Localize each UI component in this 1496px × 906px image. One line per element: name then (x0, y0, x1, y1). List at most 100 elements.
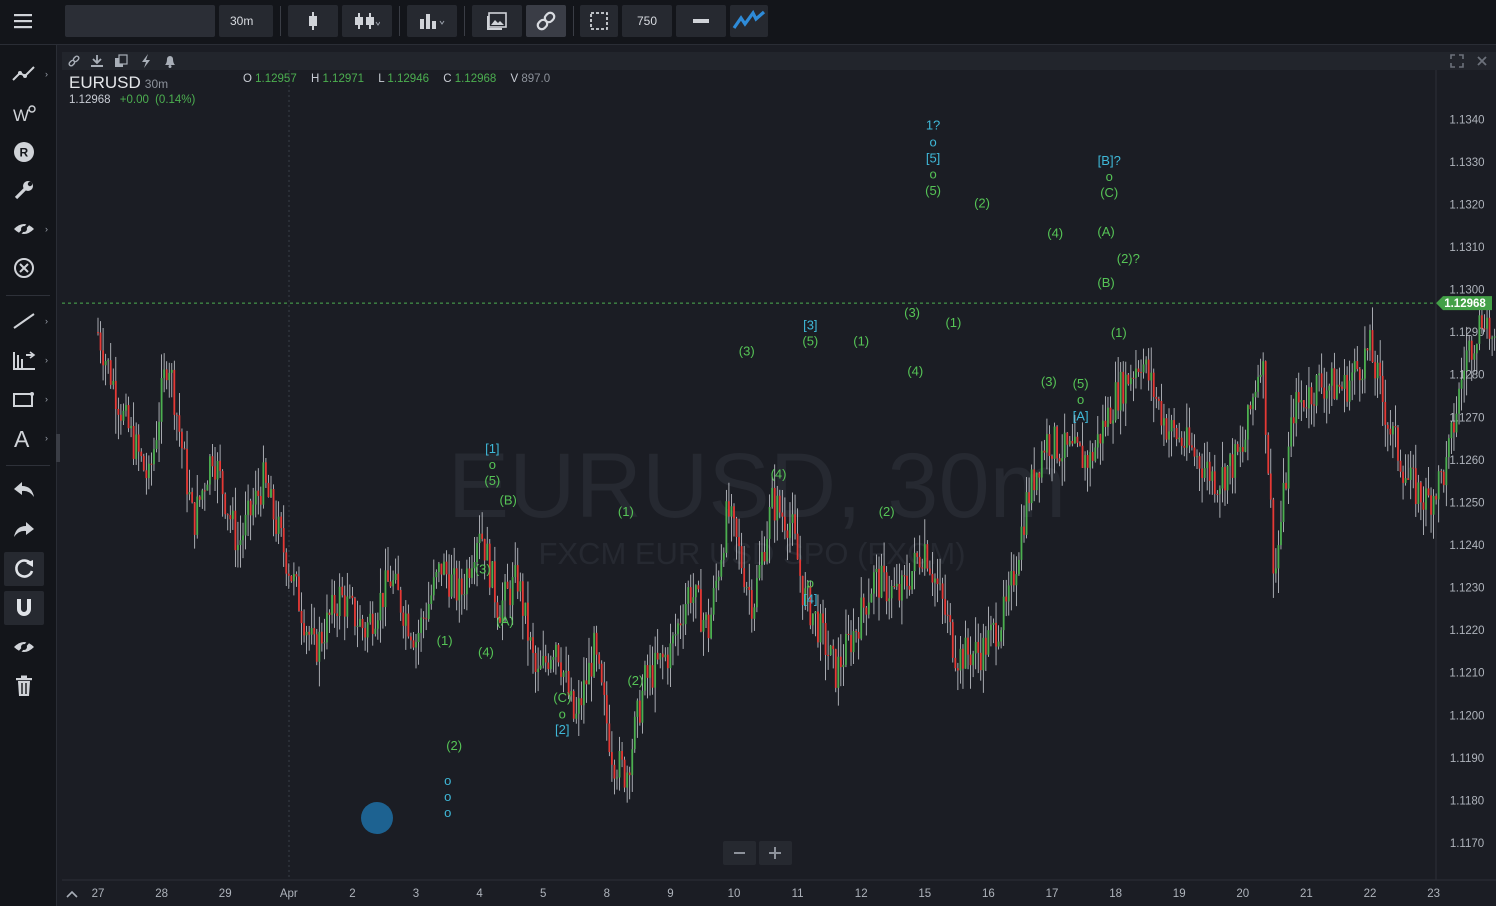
close-icon[interactable] (1475, 54, 1489, 68)
wave-label[interactable]: [2] (555, 722, 569, 737)
expand-arrow-icon[interactable]: › (45, 355, 48, 365)
wave-label[interactable]: (1) (1111, 325, 1127, 340)
wave-label[interactable]: [A] (1073, 408, 1089, 423)
wave-label[interactable]: (2) (446, 738, 462, 753)
wave-label[interactable]: (3) (904, 305, 920, 320)
wave-label[interactable]: o (489, 457, 496, 472)
wave-label[interactable]: o (444, 773, 451, 788)
wave-label[interactable]: (4) (478, 644, 494, 659)
wave-label[interactable]: (A) (496, 614, 513, 629)
candle-body (1290, 417, 1293, 447)
candle-style-button[interactable] (288, 5, 338, 37)
candle-body (1419, 482, 1422, 503)
wave-label[interactable]: [B]? (1098, 153, 1121, 168)
wave-label[interactable]: [3] (803, 318, 817, 333)
wave-label[interactable]: (5) (925, 183, 941, 198)
fib-tool-button[interactable] (4, 343, 44, 377)
wave-label[interactable]: [5] (926, 150, 940, 165)
candle-body (1277, 545, 1280, 569)
expand-arrow-icon[interactable]: › (45, 433, 48, 443)
remove-all-button[interactable] (4, 251, 44, 285)
range-select-button[interactable] (580, 5, 618, 37)
wave-label[interactable]: (2) (879, 504, 895, 519)
wave-label[interactable]: o (807, 575, 814, 590)
undo-button[interactable] (4, 473, 44, 507)
wave-label[interactable]: (A) (1097, 224, 1114, 239)
selected-point-marker[interactable] (361, 802, 393, 834)
wave-label[interactable]: (1) (618, 504, 634, 519)
wave-label[interactable]: (4) (1047, 225, 1063, 240)
hide-drawings-button[interactable] (4, 630, 44, 664)
wave-label[interactable]: (B) (1097, 275, 1114, 290)
menu-button[interactable] (4, 5, 42, 37)
expand-arrow-icon[interactable]: › (45, 394, 48, 404)
candle-body (196, 496, 199, 535)
wave-label[interactable]: 1? (926, 118, 940, 133)
wave-label[interactable]: (2) (974, 196, 990, 211)
expand-arrow-icon[interactable]: › (45, 69, 48, 79)
wave-label[interactable]: (B) (500, 492, 517, 507)
horizontal-line-button[interactable] (676, 5, 726, 37)
r-tool-button[interactable]: R (4, 135, 44, 169)
waves-button[interactable] (730, 5, 768, 37)
wave-label[interactable]: (3) (739, 343, 755, 358)
wave-label[interactable]: (1) (437, 633, 453, 648)
trend-tool-button[interactable] (4, 57, 44, 91)
wave-label[interactable]: o (1077, 392, 1084, 407)
refresh-button[interactable] (4, 552, 44, 586)
candle-body (348, 595, 351, 597)
candle-body (160, 378, 163, 422)
snapshot-button[interactable] (472, 5, 522, 37)
symbol-input[interactable] (65, 5, 215, 37)
price-chart[interactable]: EURUSD, 30m FXCM EUR USD SPO (FXCM) 1.13… (62, 70, 1496, 906)
wave-label[interactable]: o (929, 167, 936, 182)
delete-button[interactable] (4, 669, 44, 703)
studies-button[interactable] (407, 5, 457, 37)
bars-count-input[interactable]: 750 (622, 5, 672, 37)
expand-arrow-icon[interactable]: › (45, 316, 48, 326)
candle-body (511, 577, 514, 606)
wave-label[interactable]: (5) (802, 333, 818, 348)
wave-label[interactable]: (5) (484, 473, 500, 488)
wave-label[interactable]: (4) (771, 467, 787, 482)
magnet-button[interactable] (4, 591, 44, 625)
redo-button[interactable] (4, 513, 44, 547)
wave-label[interactable]: (2) (627, 673, 643, 688)
wave-label[interactable]: [4] (803, 591, 817, 606)
lightning-icon[interactable] (139, 54, 153, 68)
wave-label[interactable]: o (1106, 169, 1113, 184)
line-tool-button[interactable] (4, 304, 44, 338)
wave-label[interactable]: (5) (1073, 376, 1089, 391)
wave-label[interactable]: o (444, 789, 451, 804)
wave-label[interactable]: [1] (485, 441, 499, 456)
bell-icon[interactable] (163, 54, 177, 68)
download-icon[interactable] (90, 54, 104, 68)
wave-label[interactable]: o (559, 706, 566, 721)
wave-label[interactable]: (C) (1100, 185, 1118, 200)
link-button[interactable] (526, 5, 566, 37)
wave-label[interactable]: o (929, 135, 936, 150)
wave-label[interactable]: (2)? (1117, 251, 1140, 266)
wave-label[interactable]: (4) (907, 363, 923, 378)
visibility-tool-button[interactable] (4, 212, 44, 246)
candle-body (1010, 570, 1013, 586)
wave-label[interactable]: (1) (945, 315, 961, 330)
wave-label[interactable]: (3) (475, 562, 491, 577)
candle-body (883, 565, 885, 573)
wave-label[interactable]: (1) (853, 333, 869, 348)
interval-selector[interactable]: 30m (219, 5, 273, 37)
candle-body (1012, 570, 1015, 586)
wave-label[interactable]: o (444, 805, 451, 820)
wave-tool-button[interactable]: W (4, 97, 44, 131)
wave-label[interactable]: (C) (553, 690, 571, 705)
wave-label[interactable]: (3) (1041, 374, 1057, 389)
copy-icon[interactable] (114, 54, 128, 68)
text-tool-button[interactable]: A (4, 421, 44, 455)
fullscreen-icon[interactable] (1450, 54, 1464, 68)
settings-tool-button[interactable] (4, 173, 44, 207)
link-icon[interactable] (67, 54, 81, 68)
panel-resize-handle[interactable] (56, 434, 60, 462)
chart-type-button[interactable] (342, 5, 392, 37)
expand-arrow-icon[interactable]: › (45, 224, 48, 234)
shape-tool-button[interactable] (4, 382, 44, 416)
